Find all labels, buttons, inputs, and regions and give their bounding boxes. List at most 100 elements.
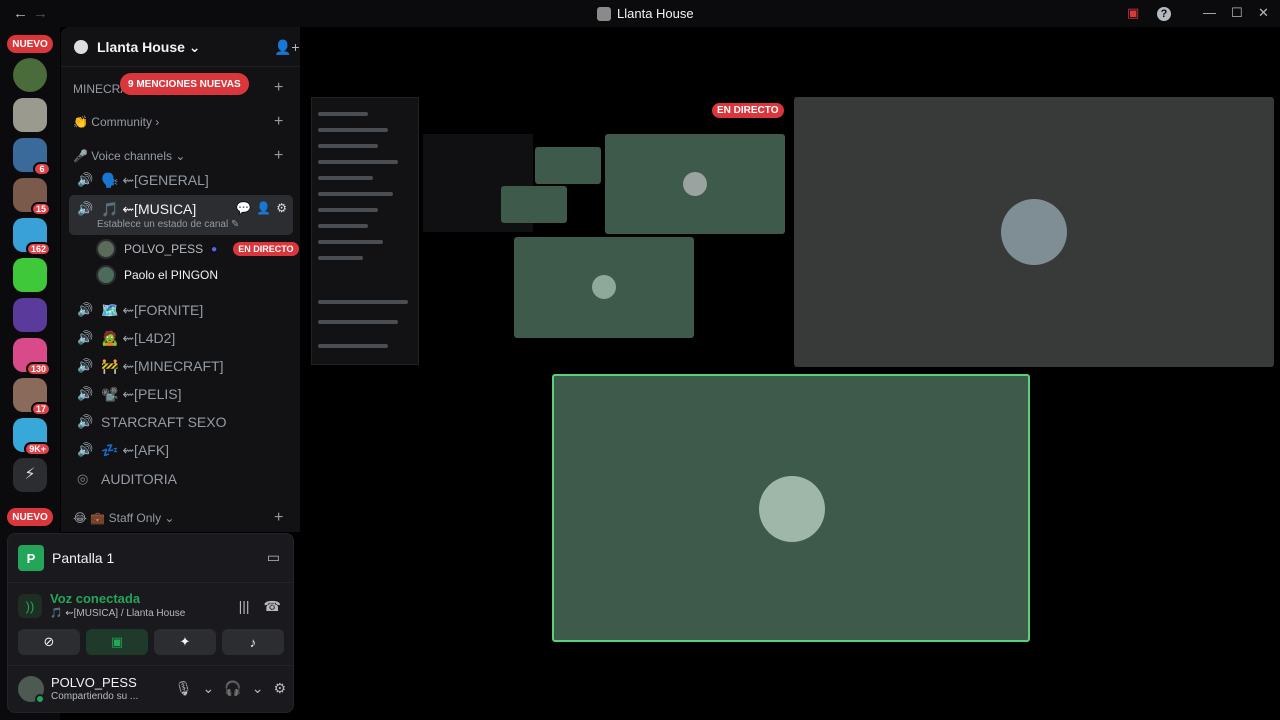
- voice-channel-afk[interactable]: 🔊 💤 ⇜[AFK]: [69, 437, 293, 463]
- user-name[interactable]: POLVO_PESS: [51, 675, 137, 690]
- microphone-icon[interactable]: 🎙: [175, 680, 193, 697]
- channel-status[interactable]: Establece un estado de canal ✎: [97, 219, 239, 230]
- noise-suppression-icon[interactable]: |||: [239, 598, 250, 615]
- voice-channel-l4d2[interactable]: 🔊 🧟 ⇜[L4D2]: [69, 325, 293, 351]
- add-channel-icon[interactable]: +: [274, 509, 283, 527]
- maximize-icon[interactable]: ☐: [1231, 5, 1243, 21]
- soundboard-button[interactable]: ♪: [222, 629, 284, 655]
- plug-server-icon[interactable]: ⚡: [13, 458, 47, 492]
- help-icon[interactable]: ?: [1157, 7, 1171, 21]
- server-name[interactable]: Llanta House ⌄: [97, 39, 201, 56]
- chat-icon[interactable]: 💬: [236, 201, 251, 215]
- voice-channel-general[interactable]: 🔊 🗣️ ⇜[GENERAL]: [69, 167, 293, 193]
- voice-channel-starcraft[interactable]: 🔊 STARCRAFT SEXO: [69, 409, 293, 435]
- title-bar: ← → Llanta House ▣ ? — ☐ ✕: [0, 0, 1280, 27]
- back-arrow-icon[interactable]: ←: [13, 5, 28, 22]
- user-area: POLVO_PESS Compartiendo su ... 🎙 ⌄ 🎧 ⌄ ⚙: [18, 674, 286, 706]
- server-avatar-7[interactable]: [13, 298, 47, 332]
- gear-icon[interactable]: ⚙: [276, 201, 287, 215]
- add-channel-icon[interactable]: +: [274, 79, 283, 97]
- screen-share-preview-sidebar: [311, 97, 419, 365]
- video-tile[interactable]: [605, 134, 785, 234]
- nuevo-bottom-pill[interactable]: NUEVO: [7, 508, 53, 526]
- gear-icon[interactable]: ⚙: [273, 680, 286, 697]
- minimize-icon[interactable]: —: [1203, 5, 1216, 20]
- screen-share-button[interactable]: ▣: [86, 629, 148, 655]
- user-status: Compartiendo su ...: [51, 691, 139, 702]
- preview-line: [318, 300, 408, 304]
- unread-badge: 6: [33, 162, 51, 176]
- forward-arrow-icon[interactable]: →: [33, 5, 48, 22]
- voice-user-polvo[interactable]: POLVO_PESS ● EN DIRECTO: [96, 237, 299, 261]
- voice-tools: ||| ☎: [239, 598, 281, 615]
- stop-share-icon[interactable]: ▭: [267, 549, 280, 566]
- category-staff-only[interactable]: 😂 💼 Staff Only ⌄: [73, 511, 175, 525]
- voice-button-row: ⊘ ▣ ✦ ♪: [18, 629, 284, 655]
- voice-channel-minecraft[interactable]: 🔊 🚧 ⇜[MINECRAFT]: [69, 353, 293, 379]
- video-tile-speaking[interactable]: [552, 374, 1030, 642]
- chevron-down-icon[interactable]: ⌄: [203, 680, 215, 697]
- live-badge: EN DIRECTO: [712, 103, 784, 118]
- video-tile-grey[interactable]: [794, 97, 1274, 367]
- channel-name: STARCRAFT SEXO: [101, 414, 227, 430]
- preview-line: [318, 160, 398, 164]
- preview-line: [318, 320, 398, 324]
- avatar: [96, 265, 116, 285]
- category-community[interactable]: 👏 Community ›: [73, 115, 159, 129]
- unread-badge: 17: [30, 402, 51, 416]
- preview-line: [318, 176, 373, 180]
- channel-name: 🧟 ⇜[L4D2]: [101, 329, 176, 346]
- server-avatar-10[interactable]: 9K+: [13, 418, 51, 456]
- voice-channel-fornite[interactable]: 🔊 🗺️ ⇜[FORNITE]: [69, 297, 293, 323]
- server-avatar-5[interactable]: 162: [13, 218, 51, 256]
- inbox-icon[interactable]: ▣: [1127, 5, 1139, 21]
- video-tile[interactable]: [514, 237, 694, 338]
- preview-line: [318, 344, 388, 348]
- voice-stage: EN DIRECTO: [301, 27, 1280, 720]
- server-avatar-3[interactable]: 6: [13, 138, 51, 176]
- voice-user-paolo[interactable]: Paolo el PINGON: [96, 263, 218, 287]
- voice-connected-label[interactable]: Voz conectada: [50, 591, 140, 606]
- chevron-down-icon[interactable]: ⌄: [252, 680, 264, 697]
- preview-line: [318, 192, 393, 196]
- channel-name: 🗣️ ⇜[GENERAL]: [101, 171, 209, 188]
- share-title: Pantalla 1: [52, 550, 115, 566]
- category-voice-channels[interactable]: 🎤 Voice channels ⌄: [73, 149, 185, 163]
- server-avatar-2[interactable]: [13, 98, 47, 132]
- channel-name: 🎵 ⇜[MUSICA]: [101, 201, 197, 217]
- stage-channel-auditoria[interactable]: ◎ AUDITORIA: [69, 466, 293, 492]
- channel-name: 📽️ ⇜[PELIS]: [101, 385, 182, 402]
- nuevo-top-pill[interactable]: NUEVO: [7, 35, 53, 53]
- stage-icon: ◎: [77, 471, 89, 486]
- speaker-icon: 🔊: [77, 442, 94, 457]
- unread-badge: 15: [30, 202, 51, 216]
- channel-actions: 💬 👤 ⚙: [236, 201, 287, 215]
- live-badge: EN DIRECTO: [233, 242, 299, 256]
- server-avatar-8[interactable]: 130: [13, 338, 51, 376]
- server-header[interactable]: Llanta House ⌄ 👤+: [61, 27, 300, 67]
- disconnect-icon[interactable]: ☎: [264, 598, 281, 615]
- speaker-icon: 🔊: [77, 302, 94, 317]
- server-avatar-1[interactable]: [13, 58, 47, 92]
- close-icon[interactable]: ✕: [1258, 5, 1269, 21]
- server-badge-icon: [74, 40, 88, 54]
- voice-channel-pelis[interactable]: 🔊 📽️ ⇜[PELIS]: [69, 381, 293, 407]
- invite-people-icon[interactable]: 👤+: [274, 39, 300, 56]
- new-mentions-pill[interactable]: 9 MENCIONES NUEVAS: [120, 73, 249, 95]
- channel-name: 🗺️ ⇜[FORNITE]: [101, 301, 204, 318]
- share-tile: P: [18, 545, 44, 571]
- voice-channel-path[interactable]: 🎵 ⇜[MUSICA] / Llanta House: [50, 608, 185, 619]
- add-channel-icon[interactable]: +: [274, 147, 283, 165]
- add-channel-icon[interactable]: +: [274, 113, 283, 131]
- voice-channel-musica[interactable]: 🔊 🎵 ⇜[MUSICA] Establece un estado de can…: [69, 195, 293, 235]
- participant-avatar: [759, 476, 825, 542]
- activities-button[interactable]: ✦: [154, 629, 216, 655]
- headphones-icon[interactable]: 🎧: [224, 680, 241, 697]
- unread-badge: 130: [25, 362, 51, 376]
- server-avatar-4[interactable]: 15: [13, 178, 51, 216]
- speaker-icon: 🔊: [77, 330, 94, 345]
- server-avatar-6[interactable]: [13, 258, 47, 292]
- server-avatar-9[interactable]: 17: [13, 378, 51, 416]
- invite-icon[interactable]: 👤: [256, 201, 271, 215]
- camera-off-button[interactable]: ⊘: [18, 629, 80, 655]
